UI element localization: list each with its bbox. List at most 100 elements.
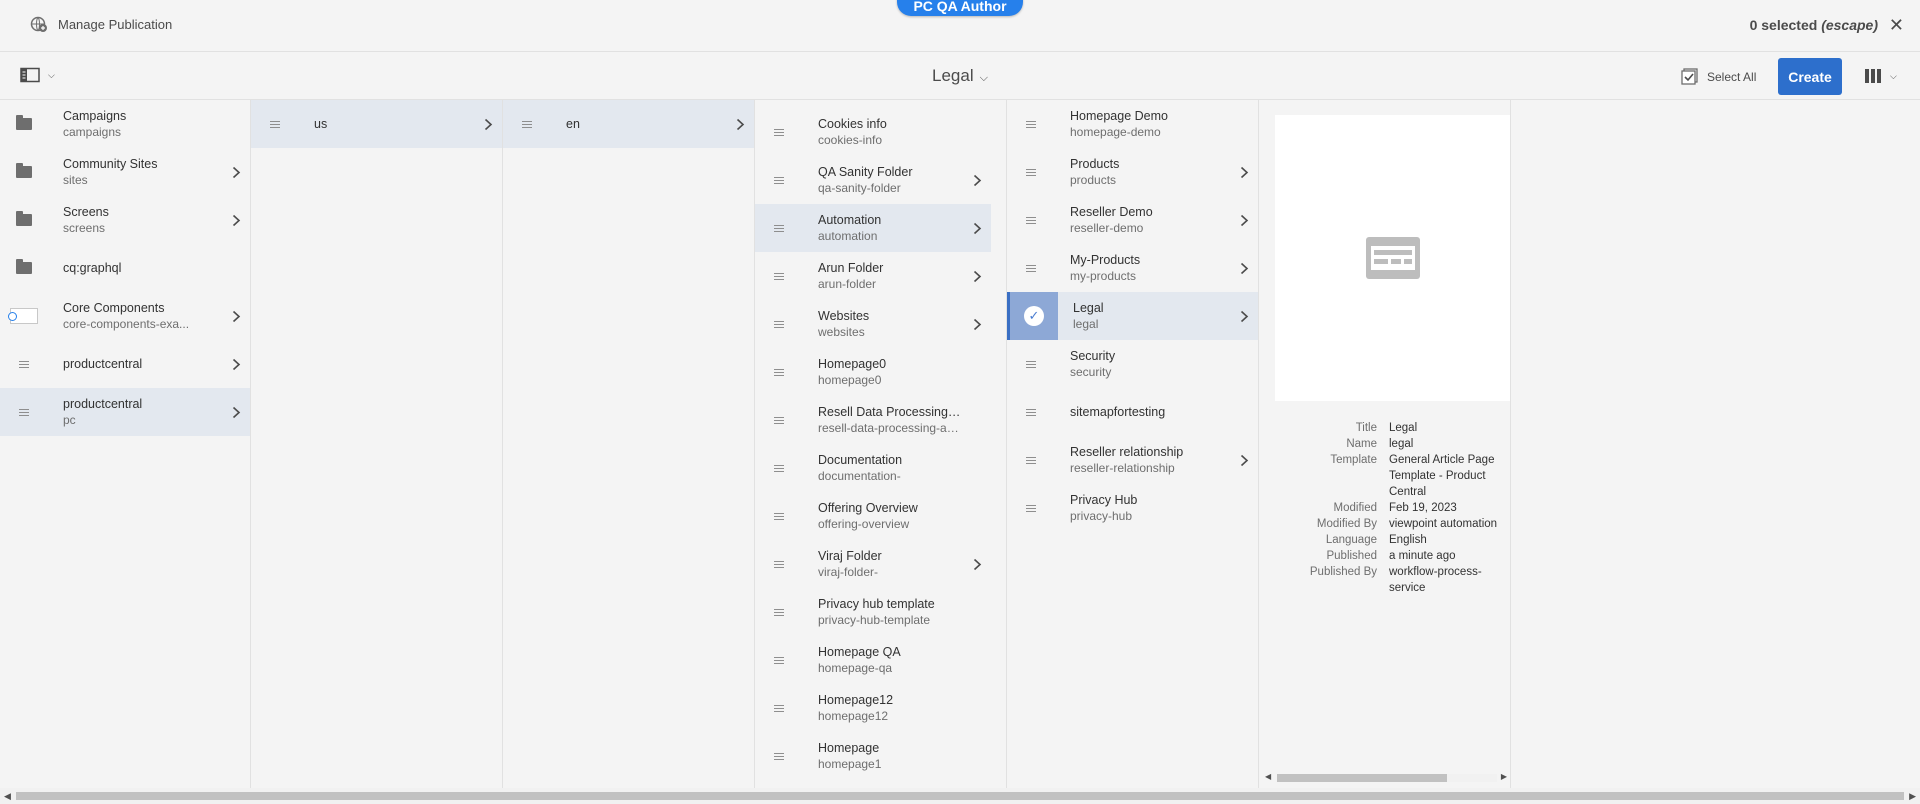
scroll-left-arrow-icon[interactable]: ◀ xyxy=(4,791,11,802)
list-item[interactable]: Security security xyxy=(1007,340,1258,388)
list-item[interactable]: en xyxy=(503,100,754,148)
list-item[interactable]: Documentation documentation- xyxy=(755,444,991,492)
chevron-right-icon xyxy=(1240,166,1248,178)
view-switcher[interactable]: ⌵ xyxy=(1864,68,1897,84)
item-thumbnail[interactable] xyxy=(755,732,803,780)
property-key: Published xyxy=(1326,550,1377,562)
page-icon xyxy=(774,368,784,376)
item-thumbnail[interactable] xyxy=(1007,100,1055,148)
item-name: websites xyxy=(818,325,865,339)
item-thumbnail[interactable] xyxy=(1007,148,1055,196)
item-thumbnail[interactable] xyxy=(755,588,803,636)
list-item[interactable]: Products products xyxy=(1007,148,1258,196)
list-item[interactable]: Core Components core-components-exa... xyxy=(0,292,250,340)
item-title: Arun Folder xyxy=(818,261,884,275)
item-thumbnail[interactable] xyxy=(755,396,803,444)
list-item[interactable]: Campaigns campaigns xyxy=(0,100,250,148)
list-item[interactable]: productcentral pc xyxy=(0,388,250,436)
scroll-right-arrow-icon[interactable]: ▶ xyxy=(1909,791,1916,802)
list-item[interactable]: Websites websites xyxy=(755,300,991,348)
list-item[interactable]: Homepage12 homepage12 xyxy=(755,684,991,732)
item-thumbnail[interactable] xyxy=(755,444,803,492)
page-icon xyxy=(522,120,532,128)
list-item[interactable]: Community Sites sites xyxy=(0,148,250,196)
page-icon xyxy=(774,560,784,568)
list-item[interactable]: sitemapfortesting xyxy=(1007,388,1258,436)
list-item[interactable]: Resell Data Processing Add... resell-data… xyxy=(755,396,991,444)
manage-publication-button[interactable]: Manage Publication xyxy=(30,15,172,33)
property-row: Modified By viewpoint automation xyxy=(1259,516,1510,532)
list-item[interactable]: us xyxy=(251,100,502,148)
close-icon[interactable]: ✕ xyxy=(1889,15,1904,36)
list-item[interactable]: Viraj Folder viraj-folder- xyxy=(755,540,991,588)
list-item[interactable]: Reseller Demo reseller-demo xyxy=(1007,196,1258,244)
item-thumbnail[interactable] xyxy=(1007,196,1055,244)
list-item[interactable]: Homepage Demo homepage-demo xyxy=(1007,100,1258,148)
page-icon xyxy=(1026,216,1036,224)
list-item[interactable]: cq:graphql xyxy=(0,244,250,292)
item-name: homepage1 xyxy=(818,757,882,771)
item-thumbnail[interactable] xyxy=(755,636,803,684)
item-thumbnail[interactable] xyxy=(1007,340,1055,388)
scroll-left-arrow-icon[interactable]: ◀ xyxy=(1265,772,1271,781)
chevron-right-icon xyxy=(973,222,981,234)
item-title: Documentation xyxy=(818,453,903,467)
item-thumbnail[interactable] xyxy=(0,340,48,388)
page-icon xyxy=(774,176,784,184)
item-thumbnail[interactable] xyxy=(1007,388,1055,436)
page-icon xyxy=(19,408,29,416)
preview-horizontal-scrollbar[interactable]: ◀ ▶ xyxy=(1261,772,1511,784)
list-item[interactable]: Reseller relationship reseller-relationsh… xyxy=(1007,436,1258,484)
item-thumbnail[interactable] xyxy=(503,100,551,148)
page-title[interactable]: Legal ⌵ xyxy=(0,66,1920,86)
item-thumbnail[interactable] xyxy=(1007,436,1055,484)
item-thumbnail[interactable] xyxy=(0,244,48,292)
property-row: Name legal xyxy=(1259,436,1510,452)
item-thumbnail[interactable] xyxy=(1007,244,1055,292)
scroll-right-arrow-icon[interactable]: ▶ xyxy=(1501,772,1507,781)
item-thumbnail[interactable] xyxy=(755,348,803,396)
item-title: us xyxy=(314,117,328,131)
item-thumbnail[interactable] xyxy=(251,100,299,148)
list-item[interactable]: productcentral xyxy=(0,340,250,388)
item-thumbnail[interactable] xyxy=(755,252,803,300)
item-thumbnail[interactable] xyxy=(755,492,803,540)
item-thumbnail[interactable] xyxy=(0,100,48,148)
list-item[interactable]: Privacy hub template privacy-hub-template xyxy=(755,588,991,636)
item-thumbnail[interactable] xyxy=(755,108,803,156)
scrollbar-thumb[interactable] xyxy=(1277,774,1447,782)
list-item[interactable]: QA Sanity Folder qa-sanity-folder xyxy=(755,156,991,204)
list-item[interactable]: ✓ Legal legal xyxy=(1007,292,1258,340)
list-item[interactable]: Homepage0 homepage0 xyxy=(755,348,991,396)
checkmark-icon[interactable]: ✓ xyxy=(1024,306,1044,326)
scrollbar-thumb[interactable] xyxy=(16,792,1904,800)
main-horizontal-scrollbar[interactable]: ◀ ▶ xyxy=(0,788,1920,804)
item-thumbnail[interactable] xyxy=(755,300,803,348)
item-thumbnail[interactable]: ✓ xyxy=(1010,292,1058,340)
item-thumbnail[interactable] xyxy=(0,292,48,340)
chevron-right-icon xyxy=(232,358,240,370)
list-item[interactable]: Homepage homepage1 xyxy=(755,732,991,780)
select-all-button[interactable]: Select All xyxy=(1681,68,1756,85)
item-thumbnail[interactable] xyxy=(0,148,48,196)
create-button[interactable]: Create xyxy=(1778,58,1842,95)
list-item[interactable]: Offering Overview offering-overview xyxy=(755,492,991,540)
list-item[interactable]: Privacy Hub privacy-hub xyxy=(1007,484,1258,532)
chevron-right-icon xyxy=(973,558,981,570)
item-thumbnail[interactable] xyxy=(755,540,803,588)
list-item[interactable]: Automation automation xyxy=(755,204,991,252)
item-thumbnail[interactable] xyxy=(755,204,803,252)
item-thumbnail[interactable] xyxy=(755,684,803,732)
list-item[interactable]: Screens screens xyxy=(0,196,250,244)
list-item[interactable]: Arun Folder arun-folder xyxy=(755,252,991,300)
item-name: legal xyxy=(1073,317,1099,331)
item-thumbnail[interactable] xyxy=(0,388,48,436)
item-thumbnail[interactable] xyxy=(1007,484,1055,532)
list-item[interactable]: Cookies info cookies-info xyxy=(755,108,991,156)
item-thumbnail[interactable] xyxy=(0,196,48,244)
list-item-partial[interactable]: search-results xyxy=(755,100,991,108)
item-title: Viraj Folder xyxy=(818,549,882,563)
list-item[interactable]: My-Products my-products xyxy=(1007,244,1258,292)
item-thumbnail[interactable] xyxy=(755,156,803,204)
list-item[interactable]: Homepage QA homepage-qa xyxy=(755,636,991,684)
